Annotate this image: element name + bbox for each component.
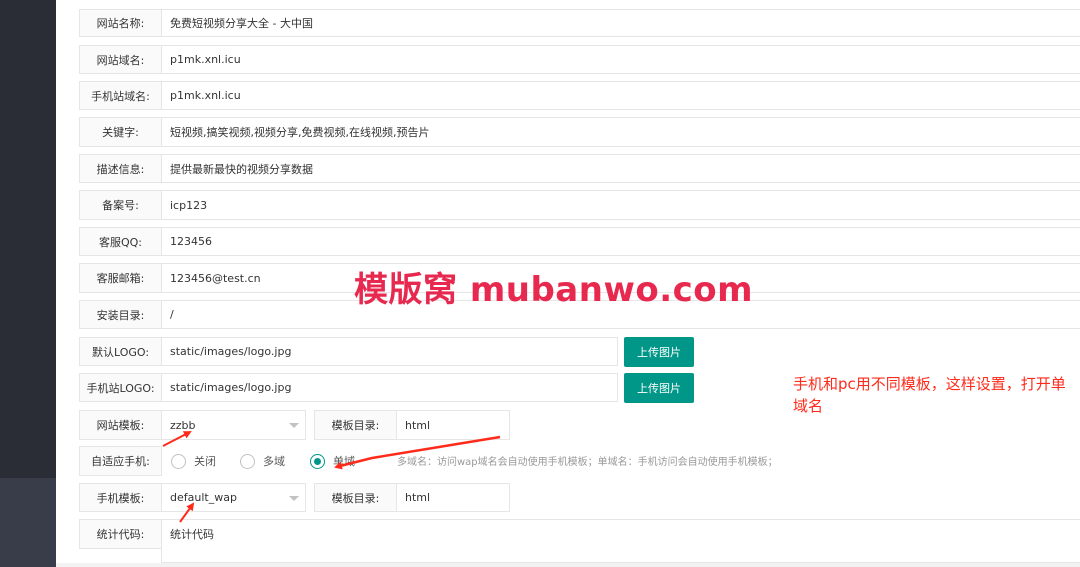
service-qq-input[interactable]: 123456	[161, 227, 1080, 256]
mobile-domain-input[interactable]: p1mk.xnl.icu	[161, 81, 1080, 110]
default-logo-label: 默认LOGO:	[79, 337, 162, 366]
site-template-select[interactable]: zzbb	[161, 410, 306, 440]
chevron-down-icon	[289, 423, 299, 428]
upload-default-logo-button[interactable]: 上传图片	[624, 337, 694, 367]
description-label: 描述信息:	[79, 154, 162, 183]
mobile-template-select[interactable]: default_wap	[161, 483, 306, 512]
mobile-logo-input[interactable]: static/images/logo.jpg	[161, 373, 618, 402]
mobile-logo-label: 手机站LOGO:	[79, 373, 162, 402]
site-domain-input[interactable]: p1mk.xnl.icu	[161, 45, 1080, 74]
keywords-input[interactable]: 短视频,搞笑视频,视频分享,免费视频,在线视频,预告片	[161, 117, 1080, 147]
radio-single-domain-label: 单域	[333, 455, 355, 468]
radio-checked-icon	[310, 453, 325, 469]
radio-multi-domain-label: 多域	[263, 455, 285, 468]
radio-off-label: 关闭	[194, 455, 216, 468]
annotation-note: 手机和pc用不同模板，这样设置，打开单域名	[793, 375, 1066, 415]
radio-multi-domain[interactable]: 多域	[240, 453, 285, 469]
service-qq-label: 客服QQ:	[79, 227, 162, 256]
sidebar	[0, 0, 56, 478]
site-name-input[interactable]: 免费短视频分享大全 - 大中国	[161, 9, 1080, 37]
adaptive-mobile-hint: 多域名：访问wap域名会自动使用手机模板；单域名：手机访问会自动使用手机模板；	[397, 457, 778, 468]
site-template-value: zzbb	[170, 418, 196, 432]
mobile-template-value: default_wap	[170, 491, 237, 504]
site-name-label: 网站名称:	[79, 9, 162, 37]
description-input[interactable]: 提供最新最快的视频分享数据	[161, 154, 1080, 183]
stats-code-textarea[interactable]: 统计代码	[161, 519, 1080, 563]
site-template-dir-label: 模板目录:	[314, 410, 397, 440]
icp-input[interactable]: icp123	[161, 190, 1080, 220]
adaptive-mobile-label: 自适应手机:	[79, 446, 162, 476]
radio-circle-icon	[171, 453, 186, 469]
upload-mobile-logo-button[interactable]: 上传图片	[624, 373, 694, 403]
watermark-text: 模版窝 mubanwo.com	[354, 270, 754, 310]
default-logo-input[interactable]: static/images/logo.jpg	[161, 337, 618, 366]
site-template-label: 网站模板:	[79, 410, 162, 440]
icp-label: 备案号:	[79, 190, 162, 220]
site-domain-label: 网站域名:	[79, 45, 162, 74]
panel-bottom-border	[56, 563, 1080, 567]
radio-off[interactable]: 关闭	[171, 453, 216, 469]
keywords-label: 关键字:	[79, 117, 162, 147]
mobile-template-label: 手机模板:	[79, 483, 162, 512]
radio-single-domain[interactable]: 单域	[310, 453, 355, 469]
stats-code-label: 统计代码:	[79, 519, 162, 549]
radio-circle-icon	[240, 453, 255, 469]
install-dir-label: 安装目录:	[79, 300, 162, 329]
mobile-domain-label: 手机站域名:	[79, 81, 162, 110]
mobile-template-dir-label: 模板目录:	[314, 483, 397, 512]
chevron-down-icon	[289, 496, 299, 501]
site-template-dir-input[interactable]: html	[396, 410, 510, 440]
mobile-template-dir-input[interactable]: html	[396, 483, 510, 512]
sidebar-footer	[0, 478, 56, 567]
service-email-label: 客服邮箱:	[79, 263, 162, 293]
